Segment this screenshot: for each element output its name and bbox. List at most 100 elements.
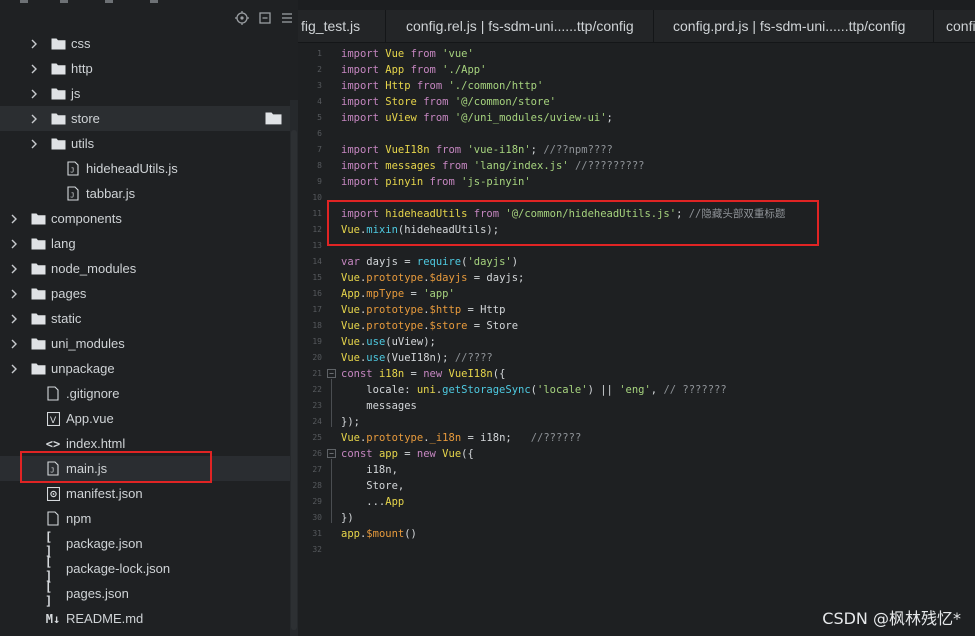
- fold-toggle[interactable]: −: [327, 449, 336, 458]
- scrollbar-thumb[interactable]: [291, 130, 297, 630]
- tree-item-label: pages.json: [66, 586, 129, 601]
- sidebar-scrollbar[interactable]: [290, 100, 298, 636]
- tree-item-label: package.json: [66, 536, 143, 551]
- chevron-right-icon[interactable]: [30, 89, 50, 99]
- code-line[interactable]: import uView from '@/uni_modules/uview-u…: [341, 110, 613, 126]
- tree-item-readme-md[interactable]: M↓ README.md: [0, 606, 290, 631]
- line-number: 29: [312, 497, 322, 506]
- code-line[interactable]: ...App: [341, 494, 404, 510]
- tab-config-prd[interactable]: config.prd.js | fs-sdm-uni......ttp/conf…: [654, 10, 934, 42]
- code-token: 'lang/index.js': [473, 160, 569, 172]
- line-number: 17: [312, 305, 322, 314]
- code-line[interactable]: import pinyin from 'js-pinyin': [341, 174, 531, 190]
- code-line[interactable]: Vue.prototype._i18n = i18n; //??????: [341, 430, 581, 446]
- code-line[interactable]: Vue.prototype.$dayjs = dayjs;: [341, 270, 524, 286]
- chevron-right-icon[interactable]: [30, 39, 50, 49]
- folder-icon: [50, 136, 66, 152]
- line-number: 18: [312, 321, 322, 330]
- chevron-right-icon[interactable]: [30, 139, 50, 149]
- tree-item-label: components: [51, 211, 122, 226]
- code-token: Vue: [341, 304, 360, 316]
- code-line[interactable]: messages: [341, 398, 417, 414]
- code-line[interactable]: App.mpType = 'app': [341, 286, 455, 302]
- tab-fig-test[interactable]: fig_test.js: [298, 10, 386, 42]
- tree-item-lang[interactable]: lang: [0, 231, 290, 256]
- code-line[interactable]: Vue.use(VueI18n); //????: [341, 350, 493, 366]
- tree-item-store[interactable]: store: [0, 106, 290, 131]
- chevron-right-icon[interactable]: [10, 314, 30, 324]
- tree-item-label: store: [71, 111, 100, 126]
- tree-item-label: manifest.json: [66, 486, 143, 501]
- code-line[interactable]: Vue.prototype.$store = Store: [341, 318, 518, 334]
- code-line[interactable]: });: [341, 414, 360, 430]
- chevron-right-icon[interactable]: [10, 289, 30, 299]
- code-token: const: [341, 448, 379, 460]
- code-line[interactable]: import VueI18n from 'vue-i18n'; //??npm?…: [341, 142, 613, 158]
- tree-item-http[interactable]: http: [0, 56, 290, 81]
- chevron-right-icon[interactable]: [10, 214, 30, 224]
- tabbar-top-strip: [298, 0, 975, 10]
- tree-item-unpackage[interactable]: unpackage: [0, 356, 290, 381]
- tree-item-css[interactable]: css: [0, 31, 290, 56]
- tree-item-js[interactable]: js: [0, 81, 290, 106]
- code-token: (uView);: [385, 336, 436, 348]
- tree-item-app-vue[interactable]: V App.vue: [0, 406, 290, 431]
- tree-item-label: index.html: [66, 436, 126, 451]
- code-token: import: [341, 48, 386, 60]
- toolbar-stub: [20, 0, 28, 3]
- code-line[interactable]: import App from './App': [341, 62, 486, 78]
- tree-item-tabbar-js[interactable]: Jtabbar.js: [0, 181, 290, 206]
- code-line[interactable]: var dayjs = require('dayjs'): [341, 254, 518, 270]
- tree-item-node-modules[interactable]: node_modules: [0, 256, 290, 281]
- code-line[interactable]: const app = new Vue({: [341, 446, 474, 462]
- code-line[interactable]: i18n,: [341, 462, 398, 478]
- code-line[interactable]: Store,: [341, 478, 404, 494]
- chevron-right-icon[interactable]: [10, 339, 30, 349]
- tree-item-manifest-json[interactable]: manifest.json: [0, 481, 290, 506]
- open-folder-icon[interactable]: [265, 111, 282, 128]
- tree-item-npm[interactable]: npm: [0, 506, 290, 531]
- code-line[interactable]: Vue.use(uView);: [341, 334, 436, 350]
- code-line[interactable]: Vue.prototype.$http = Http: [341, 302, 505, 318]
- code-line[interactable]: app.$mount(): [341, 526, 417, 542]
- file-icon: [45, 386, 61, 402]
- tree-item-pages-json[interactable]: [ ] pages.json: [0, 580, 290, 608]
- menu-icon[interactable]: [279, 10, 295, 26]
- tree-item-label: tabbar.js: [86, 186, 136, 201]
- tab-label: config.prd.js | fs-sdm-uni......ttp/conf…: [673, 18, 906, 34]
- code-token: Vue: [385, 48, 411, 60]
- tree-item-utils[interactable]: utils: [0, 131, 290, 156]
- code-editor[interactable]: 1 2 3 4 5 6 7 8 9 10 11 12 13 14 15 16 17 18 19 20 21 22 23 24 2…: [298, 43, 975, 636]
- code-line[interactable]: }): [341, 510, 354, 526]
- tree-item-hideheadutils-js[interactable]: JhideheadUtils.js: [0, 156, 290, 181]
- tab-config-rel[interactable]: config.rel.js | fs-sdm-uni......ttp/conf…: [386, 10, 654, 42]
- fold-toggle[interactable]: −: [327, 369, 336, 378]
- tree-item-package-lock-json[interactable]: [ ] package-lock.json: [0, 555, 290, 583]
- code-token: 'dayjs': [467, 256, 512, 268]
- chevron-right-icon[interactable]: [10, 239, 30, 249]
- code-line[interactable]: const i18n = new VueI18n({: [341, 366, 505, 382]
- tree-item-package-json[interactable]: [ ] package.json: [0, 530, 290, 558]
- locate-file-icon[interactable]: [234, 10, 250, 26]
- code-line[interactable]: import Http from './common/http': [341, 78, 543, 94]
- collapse-all-icon[interactable]: [257, 10, 273, 26]
- chevron-right-icon[interactable]: [30, 114, 50, 124]
- tree-item-pages[interactable]: pages: [0, 281, 290, 306]
- chevron-right-icon[interactable]: [30, 64, 50, 74]
- chevron-right-icon[interactable]: [10, 264, 30, 274]
- tab-config-truncated[interactable]: confi: [934, 10, 975, 42]
- code-line[interactable]: locale: uni.getStorageSync('locale') || …: [341, 382, 726, 398]
- code-line[interactable]: import Vue from 'vue': [341, 46, 474, 62]
- code-line[interactable]: import messages from 'lang/index.js' //?…: [341, 158, 644, 174]
- tree-item-static[interactable]: static: [0, 306, 290, 331]
- code-token: prototype: [366, 304, 424, 316]
- code-token: //??????: [530, 432, 582, 444]
- code-line[interactable]: import Store from '@/common/store': [341, 94, 556, 110]
- tree-item-uni-modules[interactable]: uni_modules: [0, 331, 290, 356]
- tree-item-components[interactable]: components: [0, 206, 290, 231]
- chevron-right-icon[interactable]: [10, 364, 30, 374]
- tree-item-gitignore[interactable]: .gitignore: [0, 381, 290, 406]
